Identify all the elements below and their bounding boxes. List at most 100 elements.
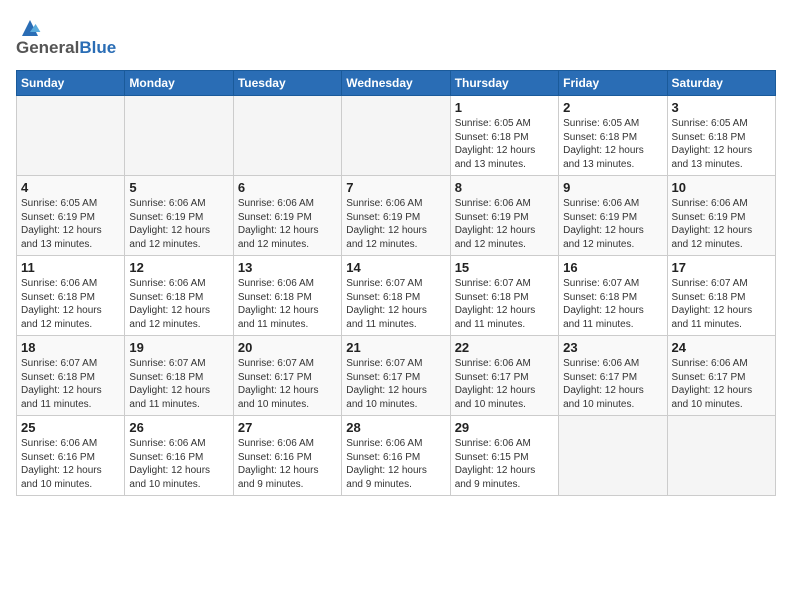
day-number: 26 bbox=[129, 420, 228, 435]
calendar-cell bbox=[559, 416, 667, 496]
day-info: Sunrise: 6:06 AM Sunset: 6:19 PM Dayligh… bbox=[672, 197, 771, 251]
day-number: 23 bbox=[563, 340, 662, 355]
day-number: 11 bbox=[21, 260, 120, 275]
logo-text-blue: Blue bbox=[79, 38, 116, 58]
day-info: Sunrise: 6:06 AM Sunset: 6:18 PM Dayligh… bbox=[21, 277, 120, 331]
calendar-cell: 8 Sunrise: 6:06 AM Sunset: 6:19 PM Daylig… bbox=[450, 176, 558, 256]
calendar-header-row: SundayMondayTuesdayWednesdayThursdayFrid… bbox=[17, 71, 776, 96]
day-number: 17 bbox=[672, 260, 771, 275]
header-tuesday: Tuesday bbox=[233, 71, 341, 96]
day-info: Sunrise: 6:06 AM Sunset: 6:18 PM Dayligh… bbox=[238, 277, 337, 331]
day-number: 15 bbox=[455, 260, 554, 275]
day-number: 4 bbox=[21, 180, 120, 195]
calendar-cell: 11 Sunrise: 6:06 AM Sunset: 6:18 PM Dayli… bbox=[17, 256, 125, 336]
day-info: Sunrise: 6:06 AM Sunset: 6:19 PM Dayligh… bbox=[455, 197, 554, 251]
calendar-cell: 9 Sunrise: 6:06 AM Sunset: 6:19 PM Daylig… bbox=[559, 176, 667, 256]
page-header: General Blue bbox=[16, 16, 776, 58]
day-number: 22 bbox=[455, 340, 554, 355]
calendar-week-2: 11 Sunrise: 6:06 AM Sunset: 6:18 PM Dayli… bbox=[17, 256, 776, 336]
calendar-cell bbox=[125, 96, 233, 176]
calendar-cell: 24 Sunrise: 6:06 AM Sunset: 6:17 PM Dayli… bbox=[667, 336, 775, 416]
day-number: 18 bbox=[21, 340, 120, 355]
calendar-cell: 19 Sunrise: 6:07 AM Sunset: 6:18 PM Dayli… bbox=[125, 336, 233, 416]
day-info: Sunrise: 6:06 AM Sunset: 6:18 PM Dayligh… bbox=[129, 277, 228, 331]
day-info: Sunrise: 6:05 AM Sunset: 6:18 PM Dayligh… bbox=[563, 117, 662, 171]
day-number: 14 bbox=[346, 260, 445, 275]
day-info: Sunrise: 6:05 AM Sunset: 6:18 PM Dayligh… bbox=[672, 117, 771, 171]
calendar-cell: 28 Sunrise: 6:06 AM Sunset: 6:16 PM Dayli… bbox=[342, 416, 450, 496]
calendar-cell: 21Sunrise: 6:07 AM Sunset: 6:17 PM Dayli… bbox=[342, 336, 450, 416]
day-number: 28 bbox=[346, 420, 445, 435]
day-number: 2 bbox=[563, 100, 662, 115]
calendar-week-3: 18 Sunrise: 6:07 AM Sunset: 6:18 PM Dayli… bbox=[17, 336, 776, 416]
calendar-cell: 26 Sunrise: 6:06 AM Sunset: 6:16 PM Dayli… bbox=[125, 416, 233, 496]
calendar-cell: 27 Sunrise: 6:06 AM Sunset: 6:16 PM Dayli… bbox=[233, 416, 341, 496]
day-info: Sunrise: 6:07 AM Sunset: 6:18 PM Dayligh… bbox=[129, 357, 228, 411]
calendar-cell: 5Sunrise: 6:06 AM Sunset: 6:19 PM Daylig… bbox=[125, 176, 233, 256]
day-info: Sunrise: 6:07 AM Sunset: 6:18 PM Dayligh… bbox=[346, 277, 445, 331]
calendar-cell: 20 Sunrise: 6:07 AM Sunset: 6:17 PM Dayli… bbox=[233, 336, 341, 416]
day-info: Sunrise: 6:06 AM Sunset: 6:17 PM Dayligh… bbox=[455, 357, 554, 411]
header-wednesday: Wednesday bbox=[342, 71, 450, 96]
day-number: 10 bbox=[672, 180, 771, 195]
header-thursday: Thursday bbox=[450, 71, 558, 96]
day-number: 1 bbox=[455, 100, 554, 115]
day-info: Sunrise: 6:06 AM Sunset: 6:19 PM Dayligh… bbox=[346, 197, 445, 251]
day-number: 6 bbox=[238, 180, 337, 195]
day-info: Sunrise: 6:06 AM Sunset: 6:16 PM Dayligh… bbox=[238, 437, 337, 491]
calendar-cell: 25Sunrise: 6:06 AM Sunset: 6:16 PM Dayli… bbox=[17, 416, 125, 496]
calendar-cell: 4 Sunrise: 6:05 AM Sunset: 6:19 PM Daylig… bbox=[17, 176, 125, 256]
day-info: Sunrise: 6:07 AM Sunset: 6:17 PM Dayligh… bbox=[238, 357, 337, 411]
calendar-table: SundayMondayTuesdayWednesdayThursdayFrid… bbox=[16, 70, 776, 496]
day-number: 16 bbox=[563, 260, 662, 275]
calendar-cell: 13Sunrise: 6:06 AM Sunset: 6:18 PM Dayli… bbox=[233, 256, 341, 336]
calendar-cell: 23 Sunrise: 6:06 AM Sunset: 6:17 PM Dayli… bbox=[559, 336, 667, 416]
day-info: Sunrise: 6:07 AM Sunset: 6:18 PM Dayligh… bbox=[455, 277, 554, 331]
calendar-cell: 14 Sunrise: 6:07 AM Sunset: 6:18 PM Dayli… bbox=[342, 256, 450, 336]
logo-text-general: General bbox=[16, 38, 79, 58]
calendar-cell: 16Sunrise: 6:07 AM Sunset: 6:18 PM Dayli… bbox=[559, 256, 667, 336]
day-number: 12 bbox=[129, 260, 228, 275]
day-number: 19 bbox=[129, 340, 228, 355]
day-number: 9 bbox=[563, 180, 662, 195]
day-number: 27 bbox=[238, 420, 337, 435]
day-number: 8 bbox=[455, 180, 554, 195]
day-info: Sunrise: 6:06 AM Sunset: 6:16 PM Dayligh… bbox=[346, 437, 445, 491]
calendar-cell: 18 Sunrise: 6:07 AM Sunset: 6:18 PM Dayli… bbox=[17, 336, 125, 416]
day-info: Sunrise: 6:06 AM Sunset: 6:16 PM Dayligh… bbox=[129, 437, 228, 491]
day-number: 29 bbox=[455, 420, 554, 435]
calendar-cell: 29 Sunrise: 6:06 AM Sunset: 6:15 PM Dayli… bbox=[450, 416, 558, 496]
calendar-cell: 15 Sunrise: 6:07 AM Sunset: 6:18 PM Dayli… bbox=[450, 256, 558, 336]
day-number: 7 bbox=[346, 180, 445, 195]
calendar-cell: 1 Sunrise: 6:05 AM Sunset: 6:18 PM Daylig… bbox=[450, 96, 558, 176]
header-sunday: Sunday bbox=[17, 71, 125, 96]
day-info: Sunrise: 6:07 AM Sunset: 6:17 PM Dayligh… bbox=[346, 357, 445, 411]
calendar-cell: 2 Sunrise: 6:05 AM Sunset: 6:18 PM Daylig… bbox=[559, 96, 667, 176]
day-number: 3 bbox=[672, 100, 771, 115]
calendar-cell: 17 Sunrise: 6:07 AM Sunset: 6:18 PM Dayli… bbox=[667, 256, 775, 336]
calendar-cell bbox=[342, 96, 450, 176]
day-info: Sunrise: 6:06 AM Sunset: 6:19 PM Dayligh… bbox=[563, 197, 662, 251]
day-info: Sunrise: 6:06 AM Sunset: 6:19 PM Dayligh… bbox=[238, 197, 337, 251]
day-number: 25 bbox=[21, 420, 120, 435]
day-info: Sunrise: 6:06 AM Sunset: 6:15 PM Dayligh… bbox=[455, 437, 554, 491]
day-number: 24 bbox=[672, 340, 771, 355]
day-number: 20 bbox=[238, 340, 337, 355]
calendar-cell: 6 Sunrise: 6:06 AM Sunset: 6:19 PM Daylig… bbox=[233, 176, 341, 256]
calendar-week-1: 4 Sunrise: 6:05 AM Sunset: 6:19 PM Daylig… bbox=[17, 176, 776, 256]
day-info: Sunrise: 6:06 AM Sunset: 6:17 PM Dayligh… bbox=[563, 357, 662, 411]
calendar-cell bbox=[667, 416, 775, 496]
calendar-cell bbox=[17, 96, 125, 176]
day-number: 5 bbox=[129, 180, 228, 195]
header-friday: Friday bbox=[559, 71, 667, 96]
calendar-cell: 3 Sunrise: 6:05 AM Sunset: 6:18 PM Daylig… bbox=[667, 96, 775, 176]
calendar-cell: 12 Sunrise: 6:06 AM Sunset: 6:18 PM Dayli… bbox=[125, 256, 233, 336]
day-info: Sunrise: 6:05 AM Sunset: 6:18 PM Dayligh… bbox=[455, 117, 554, 171]
logo-icon bbox=[18, 16, 42, 40]
header-monday: Monday bbox=[125, 71, 233, 96]
day-info: Sunrise: 6:07 AM Sunset: 6:18 PM Dayligh… bbox=[21, 357, 120, 411]
day-info: Sunrise: 6:06 AM Sunset: 6:17 PM Dayligh… bbox=[672, 357, 771, 411]
day-info: Sunrise: 6:05 AM Sunset: 6:19 PM Dayligh… bbox=[21, 197, 120, 251]
calendar-cell: 22 Sunrise: 6:06 AM Sunset: 6:17 PM Dayli… bbox=[450, 336, 558, 416]
day-info: Sunrise: 6:07 AM Sunset: 6:18 PM Dayligh… bbox=[672, 277, 771, 331]
